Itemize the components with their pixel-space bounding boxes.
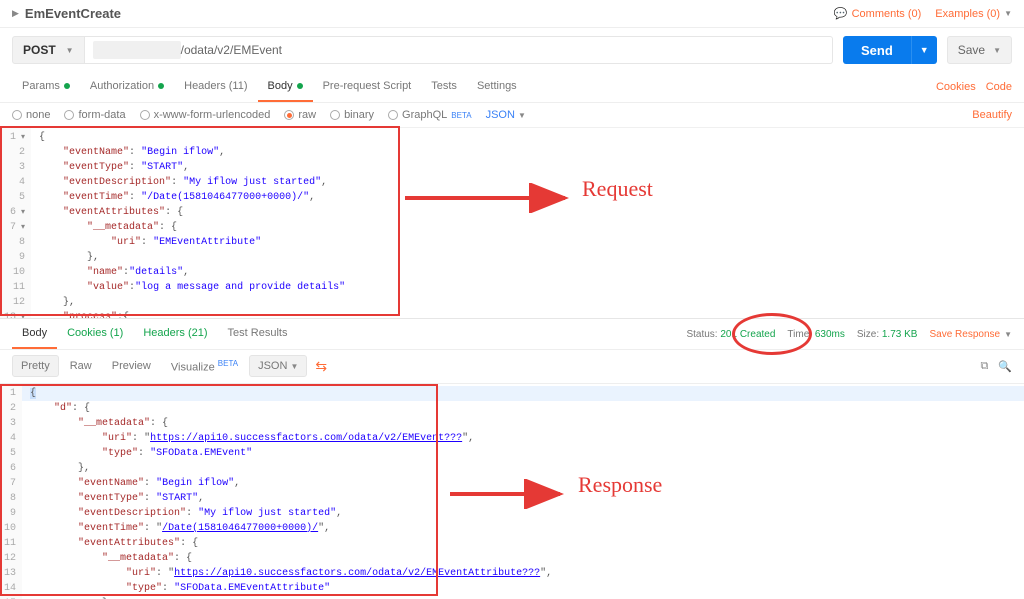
search-icon[interactable]: 🔍 (998, 360, 1012, 373)
body-type-label: form-data (78, 109, 125, 121)
tab-headers[interactable]: Headers (11) (174, 72, 257, 102)
radio-icon (140, 110, 150, 120)
wrap-lines-icon[interactable]: ⇆ (309, 356, 333, 377)
radio-icon (12, 110, 22, 120)
beautify-link[interactable]: Beautify (972, 109, 1012, 121)
size-value: 1.73 KB (882, 329, 918, 340)
size-info: Size: 1.73 KB (857, 329, 918, 340)
http-method-value: POST (23, 43, 56, 57)
save-button[interactable]: Save ▼ (947, 36, 1012, 64)
tab-settings[interactable]: Settings (467, 72, 527, 102)
chevron-down-icon: ▼ (518, 111, 526, 120)
tab-label: Body (268, 80, 293, 92)
response-tab-test-results[interactable]: Test Results (218, 319, 298, 349)
tab-label: Pre-request Script (323, 80, 412, 92)
visualize-label: Visualize (171, 362, 215, 374)
chevron-down-icon: ▼ (993, 46, 1001, 55)
time-value: 630ms (815, 329, 845, 340)
send-button[interactable]: Send (843, 36, 911, 64)
lang-label: JSON (486, 109, 515, 121)
lang-label: JSON (258, 360, 287, 372)
response-body-viewer[interactable]: 123456789101112131415161718 { "d": { "__… (0, 384, 1024, 599)
raw-language-select[interactable]: JSON ▼ (486, 109, 526, 121)
body-type-label: raw (298, 109, 316, 121)
indicator-dot (64, 83, 70, 89)
request-body-editor[interactable]: 1▾23456▾7▾8910111213▾1415161718192021 { … (0, 128, 1024, 318)
tab-label: Params (22, 80, 60, 92)
tab-tests[interactable]: Tests (421, 72, 467, 102)
time-info: Time: 630ms (787, 329, 844, 340)
tab-label: Body (22, 327, 47, 339)
tab-body[interactable]: Body (258, 72, 313, 102)
body-type-raw[interactable]: raw (284, 109, 316, 121)
tab-label: Tests (431, 80, 457, 92)
tab-label: Headers (11) (184, 80, 247, 92)
indicator-dot (297, 83, 303, 89)
response-tab-cookies[interactable]: Cookies (1) (57, 319, 133, 349)
tab-label: Headers (21) (143, 327, 207, 339)
tab-label: Cookies (1) (67, 327, 123, 339)
url-path: /odata/v2/EMEvent (181, 43, 282, 57)
comment-icon: 💬 (834, 7, 848, 20)
save-response-label: Save Response (929, 329, 1000, 340)
body-type-form-data[interactable]: form-data (64, 109, 125, 121)
cookies-link[interactable]: Cookies (936, 81, 976, 93)
body-type-none[interactable]: none (12, 109, 50, 121)
body-type-label: x-www-form-urlencoded (154, 109, 271, 121)
pretty-view-raw[interactable]: Raw (61, 355, 101, 377)
examples-link[interactable]: Examples (0) ▼ (935, 8, 1012, 20)
pretty-view-visualize[interactable]: Visualize BETA (162, 354, 247, 379)
request-tab-name: EmEventCreate (25, 6, 121, 21)
collapse-icon[interactable]: ▶ (12, 8, 19, 19)
body-type-label: GraphQL (402, 109, 447, 121)
pretty-view-pretty[interactable]: Pretty (12, 355, 59, 377)
code-link[interactable]: Code (986, 81, 1012, 93)
tab-pre-request[interactable]: Pre-request Script (313, 72, 422, 102)
save-response-dropdown[interactable]: Save Response ▼ (929, 329, 1012, 340)
body-type-graphql[interactable]: GraphQL BETA (388, 109, 472, 121)
chevron-down-icon: ▼ (290, 362, 298, 371)
examples-label: Examples (0) (935, 8, 1000, 20)
response-tab-headers[interactable]: Headers (21) (133, 319, 217, 349)
status-value: 201 Created (720, 329, 775, 340)
radio-icon (388, 110, 398, 120)
body-type-label: none (26, 109, 50, 121)
tab-params[interactable]: Params (12, 72, 80, 102)
body-type-label: binary (344, 109, 374, 121)
tab-label: Settings (477, 80, 517, 92)
radio-icon (64, 110, 74, 120)
url-variable (93, 41, 181, 59)
http-method-select[interactable]: POST ▼ (12, 36, 85, 64)
copy-icon[interactable]: ⧉ (980, 360, 988, 373)
radio-icon (284, 110, 294, 120)
comments-label: Comments (0) (852, 8, 922, 20)
chevron-down-icon: ▼ (1004, 330, 1012, 339)
body-type-urlencoded[interactable]: x-www-form-urlencoded (140, 109, 271, 121)
status-info: Status: 201 Created (686, 329, 775, 340)
body-type-binary[interactable]: binary (330, 109, 374, 121)
tab-label: Test Results (228, 327, 288, 339)
request-url-input[interactable]: /odata/v2/EMEvent (85, 36, 833, 64)
chevron-down-icon: ▼ (1004, 9, 1012, 18)
indicator-dot (158, 83, 164, 89)
comments-link[interactable]: 💬 Comments (0) (834, 7, 921, 20)
beta-badge: BETA (451, 111, 471, 120)
beta-badge: BETA (218, 359, 238, 368)
response-tab-body[interactable]: Body (12, 319, 57, 349)
send-dropdown[interactable]: ▼ (911, 36, 937, 64)
chevron-down-icon: ▼ (66, 46, 74, 55)
save-label: Save (958, 43, 985, 57)
radio-icon (330, 110, 340, 120)
tab-label: Authorization (90, 80, 154, 92)
pretty-language-select[interactable]: JSON ▼ (249, 355, 307, 377)
pretty-view-preview[interactable]: Preview (103, 355, 160, 377)
tab-authorization[interactable]: Authorization (80, 72, 174, 102)
